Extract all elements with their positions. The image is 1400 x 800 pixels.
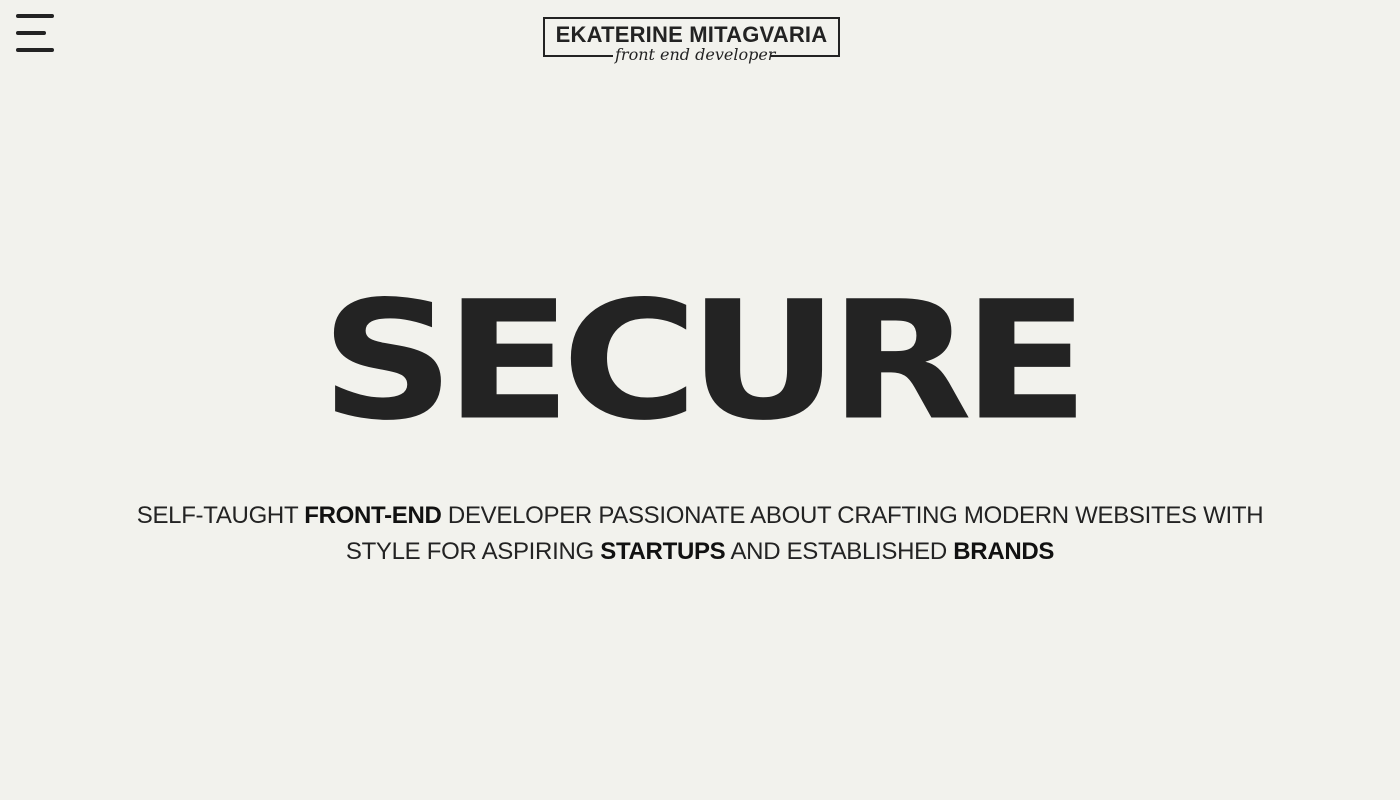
subtitle-highlight-brands: BRANDS bbox=[953, 538, 1055, 565]
logo-frame-top bbox=[543, 17, 840, 19]
subtitle-highlight-startups: STARTUPS bbox=[600, 538, 726, 565]
hamburger-menu-button[interactable] bbox=[14, 12, 58, 56]
subtitle-text-3: AND ESTABLISHED bbox=[725, 538, 954, 565]
logo-frame-bottom-right bbox=[770, 55, 840, 57]
logo-tagline: front end developer bbox=[615, 45, 776, 64]
site-logo[interactable]: EKATERINE MITAGVARIA front end developer bbox=[543, 17, 840, 65]
hero-subtitle: SELF-TAUGHT FRONT-END DEVELOPER PASSIONA… bbox=[110, 498, 1290, 570]
logo-frame-bottom-left bbox=[543, 55, 613, 57]
subtitle-text-1: SELF-TAUGHT bbox=[136, 502, 305, 529]
hamburger-menu-icon bbox=[16, 14, 54, 52]
hero-title: SECURE bbox=[320, 265, 1090, 457]
subtitle-highlight-frontend: FRONT-END bbox=[304, 502, 442, 529]
